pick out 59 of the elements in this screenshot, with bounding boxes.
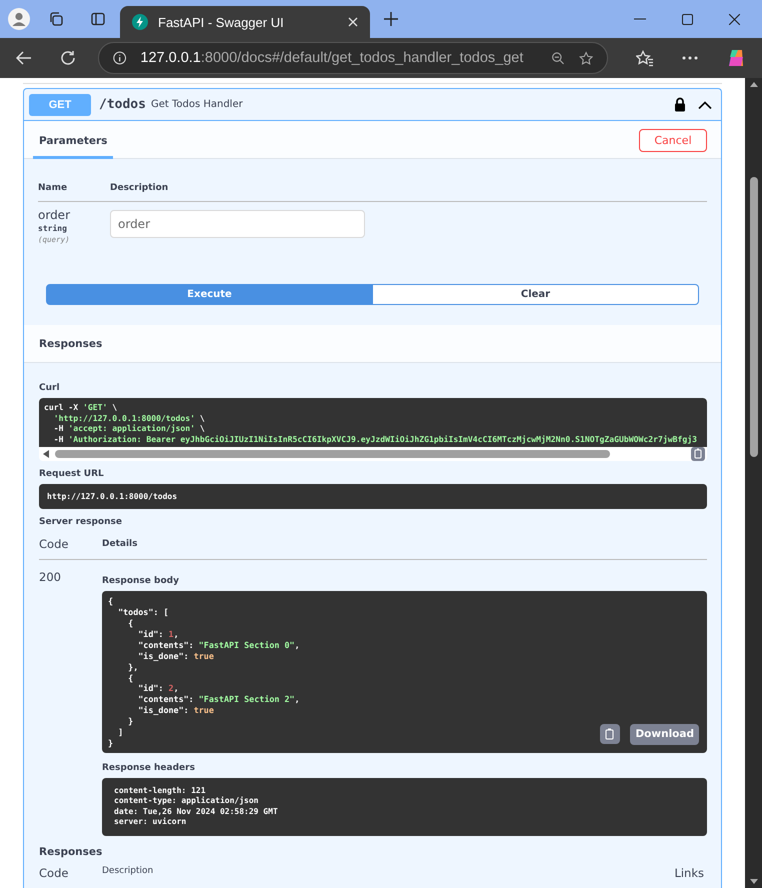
parameter-name: order [38,208,71,222]
column-header: Description [102,866,154,878]
star-icon[interactable] [578,50,593,66]
chevron-icon[interactable] [698,100,712,108]
browser-tab[interactable]: FastAPI - Swagger UI [120,6,370,38]
minimize-icon[interactable] [634,18,646,20]
parameter-type: string [38,224,68,233]
clear-button[interactable]: Clear [373,284,699,305]
section-title: Responses [39,846,104,858]
curl-label: Curl [39,383,61,393]
scroll-down-icon[interactable] [750,879,758,884]
status-code: 200 [39,570,62,586]
maximize-icon[interactable] [682,14,693,24]
refresh-icon[interactable] [60,50,76,66]
zoom-out-icon[interactable] [551,50,565,66]
scroll-left-icon[interactable] [43,450,49,458]
workspaces-icon[interactable] [48,11,64,27]
download-button[interactable]: Download [630,724,699,745]
lock-icon[interactable] [674,97,686,112]
new-tab-icon[interactable] [384,12,398,26]
more-icon[interactable] [682,56,698,60]
url-text: 127.0.0.1:8000/docs#/default/get_todos_handler_todos_get [140,50,524,66]
copy-button[interactable] [600,724,620,744]
copy-icon [604,728,616,740]
copilot-icon[interactable] [726,48,746,68]
scroll-up-icon[interactable] [750,82,758,87]
profile-icon[interactable] [8,8,30,30]
scrollbar-thumb[interactable] [55,450,610,458]
address-bar[interactable]: 127.0.0.1:8000/docs#/default/get_todos_handler_todos_get [98,42,608,74]
scrollbar-thumb[interactable] [750,177,758,457]
operation-path: /todos [99,97,146,112]
section-title: Responses [39,338,102,350]
column-header: Links [674,866,704,880]
parameters-tab[interactable]: Parameters [33,135,114,159]
close-icon[interactable] [729,14,740,24]
server-response-label: Server response [39,517,123,528]
curl-block: curl -X 'GET' \ 'http://127.0.0.1:8000/todos' \ -H 'accept: application/json' \ -H 'Authorization: Bearer eyJhbGciOiJIUzI1NiIsInR5cCI6IkpXVCJ9.eyJzdWIiOiJhZG1pbiIsImV4cCI6MTczMjcwMjM2Nn0.S1NOTgZaGUbWOWc2r7jwBfgj3 [39,398,707,462]
cancel-button[interactable]: Cancel [639,129,707,152]
response-headers-label: Response headers [102,762,196,773]
column-header: Name [38,183,68,193]
response-body-label: Response body [102,576,180,586]
column-header: Description [110,183,168,193]
lightning-logo-icon [132,14,148,30]
column-header: Code [39,866,70,880]
method-badge: GET [29,94,91,116]
column-header: Code [39,537,70,552]
column-header: Details [102,539,138,550]
request-url-label: Request URL [39,469,105,480]
tab-actions-icon[interactable] [90,11,106,27]
operation-summary: Get Todos Handler [150,99,243,110]
back-icon[interactable] [16,51,32,65]
copy-icon[interactable] [691,447,705,462]
response-body: { "todos": [ { "id": 1, "contents": "FastAPI Section 0", "is_done": true }, { "id": 2, "contents": "FastAPI Section 2", "is_done": true } ] } Download [102,591,707,753]
info-icon[interactable] [113,50,126,66]
tab-title: FastAPI - Swagger UI [158,14,285,30]
response-headers: content-length: 121 content-type: application/json date: Tue,26 Nov 2024 02:58:29 GMT server: uvicorn [102,778,707,836]
input-field[interactable]: order [110,210,365,238]
request-url: http://127.0.0.1:8000/todos [39,484,707,510]
favorites-icon[interactable] [636,50,654,66]
